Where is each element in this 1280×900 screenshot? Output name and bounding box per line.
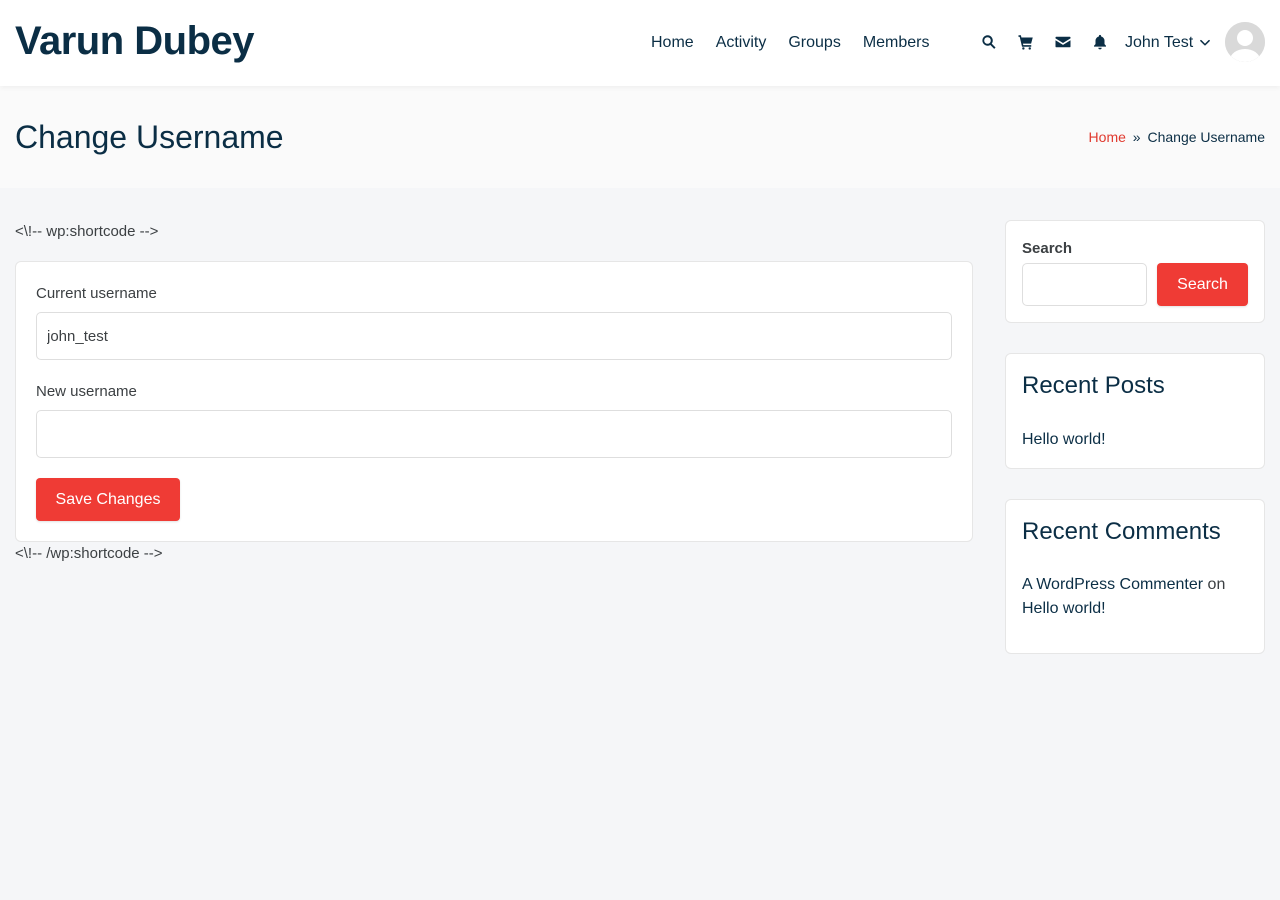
envelope-icon[interactable]	[1052, 31, 1074, 53]
nav-item-groups[interactable]: Groups	[788, 30, 840, 56]
recent-posts-title: Recent Posts	[1022, 372, 1165, 399]
search-icon[interactable]	[978, 31, 1000, 53]
page-header: Change Username Home » Change Username	[0, 86, 1280, 188]
nav-item-home[interactable]: Home	[651, 30, 694, 56]
avatar[interactable]	[1225, 22, 1265, 62]
shortcode-comment-open: <\!-- wp:shortcode -->	[15, 223, 159, 240]
recent-comments-widget: Recent Comments A WordPress Commenter on…	[1005, 499, 1265, 654]
new-username-input[interactable]	[36, 410, 952, 458]
search-widget: Search Search	[1005, 220, 1265, 323]
current-username-label: Current username	[36, 285, 157, 302]
recent-comments-title: Recent Comments	[1022, 518, 1221, 545]
change-username-form: Current username New username Save Chang…	[15, 261, 973, 542]
nav-icons	[978, 29, 1126, 55]
new-username-label: New username	[36, 383, 137, 400]
main-nav: Home Activity Groups Members	[640, 30, 941, 56]
current-username-input[interactable]	[36, 312, 952, 360]
breadcrumb-home-link[interactable]: Home	[1089, 129, 1126, 145]
recent-post-link[interactable]: Hello world!	[1022, 431, 1106, 448]
bell-icon[interactable]	[1089, 31, 1111, 53]
chevron-down-icon	[1200, 39, 1211, 46]
recent-posts-widget: Recent Posts Hello world!	[1005, 353, 1265, 469]
nav-item-activity[interactable]: Activity	[716, 30, 767, 56]
page-title: Change Username	[15, 119, 284, 155]
search-button[interactable]: Search	[1157, 263, 1248, 306]
comment-post-link[interactable]: Hello world!	[1022, 600, 1106, 617]
site-title[interactable]: Varun Dubey	[15, 17, 255, 65]
search-input[interactable]	[1022, 263, 1147, 306]
default-avatar-icon	[1225, 22, 1265, 62]
nav-item-members[interactable]: Members	[863, 30, 930, 56]
save-changes-button[interactable]: Save Changes	[36, 478, 180, 521]
comment-connector: on	[1207, 576, 1226, 593]
user-menu[interactable]: John Test	[1125, 30, 1212, 56]
breadcrumb-separator: »	[1132, 129, 1141, 145]
site-header: Varun Dubey Home Activity Groups Members…	[0, 0, 1280, 86]
comment-author-link[interactable]: A WordPress Commenter	[1022, 576, 1203, 593]
cart-icon[interactable]	[1015, 31, 1037, 53]
search-label: Search	[1022, 240, 1073, 257]
shortcode-comment-close: <\!-- /wp:shortcode -->	[15, 545, 163, 562]
breadcrumb-current: Change Username	[1147, 129, 1265, 145]
recent-comment-item: A WordPress Commenter on Hello world!	[1022, 573, 1250, 621]
breadcrumb: Home » Change Username	[1089, 127, 1265, 147]
user-name: John Test	[1125, 34, 1194, 51]
